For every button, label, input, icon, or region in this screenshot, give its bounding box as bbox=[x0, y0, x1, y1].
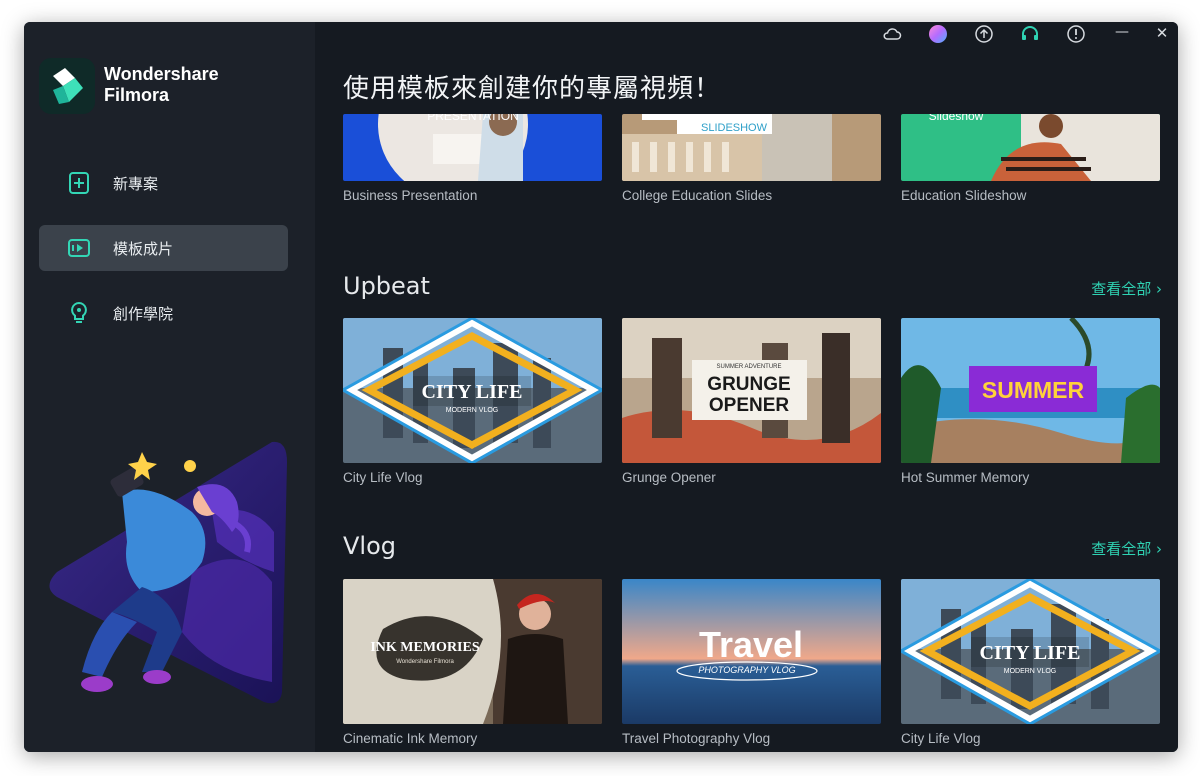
template-thumbnail: Travel PHOTOGRAPHY VLOG bbox=[622, 579, 881, 724]
section-title-vlog: Vlog bbox=[343, 532, 397, 560]
sidebar-item-label: 創作學院 bbox=[113, 305, 174, 323]
thumb-text: PRESENTATION bbox=[427, 114, 519, 123]
thumb-text: SLIDESHOW bbox=[701, 122, 768, 134]
template-card-hot-summer-memory[interactable]: SUMMER Hot Summer Memory bbox=[901, 318, 1160, 485]
minimize-icon[interactable]: — bbox=[1112, 24, 1132, 44]
template-gallery: PRESENTATION Business Presentation SLIDE… bbox=[315, 114, 1178, 752]
thumb-text: Travel bbox=[699, 624, 803, 665]
template-card-travel-photography-vlog[interactable]: Travel PHOTOGRAPHY VLOG Travel Photograp… bbox=[622, 579, 881, 746]
template-thumbnail: SUMMER ADVENTURE GRUNGE OPENER bbox=[622, 318, 881, 463]
sidebar-item-label: 模板成片 bbox=[113, 240, 174, 258]
template-card-label: Grunge Opener bbox=[622, 470, 716, 485]
template-card-education-slideshow[interactable]: Slideshow Education Slideshow bbox=[901, 114, 1160, 203]
template-card-label: College Education Slides bbox=[622, 188, 773, 203]
new-project-icon bbox=[67, 171, 91, 195]
sidebar-item-label: 新專案 bbox=[113, 175, 159, 193]
sidebar: Wondershare Filmora 新專案 模板成片 創作學院 bbox=[24, 22, 315, 752]
template-card-cinematic-ink-memory[interactable]: INK MEMORIES Wondershare Filmora Cinemat… bbox=[343, 579, 602, 746]
section-title-upbeat: Upbeat bbox=[343, 272, 430, 300]
template-card-college-education-slides[interactable]: SLIDESHOW College Education Slides bbox=[622, 114, 881, 203]
info-icon[interactable] bbox=[1066, 24, 1086, 44]
thumb-text: CITY LIFE bbox=[422, 381, 523, 403]
template-card-business-presentation[interactable]: PRESENTATION Business Presentation bbox=[343, 114, 602, 203]
thumb-text-2: OPENER bbox=[709, 395, 790, 416]
template-icon bbox=[67, 236, 91, 260]
thumb-text: INK MEMORIES bbox=[370, 640, 480, 655]
template-card-grunge-opener[interactable]: SUMMER ADVENTURE GRUNGE OPENER Grunge Op… bbox=[622, 318, 881, 485]
titlebar-controls: — ✕ bbox=[858, 22, 1178, 44]
brand-line-2: Filmora bbox=[104, 85, 170, 105]
thumb-text: SUMMER bbox=[982, 377, 1085, 403]
thumb-subtext: MODERN VLOG bbox=[446, 407, 499, 414]
thumb-text: CITY LIFE bbox=[980, 642, 1081, 664]
headset-icon[interactable] bbox=[1020, 24, 1040, 44]
thumb-text: Slideshow bbox=[929, 114, 984, 123]
template-card-label: Travel Photography Vlog bbox=[622, 731, 771, 746]
template-card-city-life-vlog-2[interactable]: CITY LIFE MODERN VLOG City Life Vlog bbox=[901, 579, 1160, 746]
brand-name: Wondershare Filmora bbox=[104, 64, 219, 106]
sidebar-item-academy[interactable]: 創作學院 bbox=[39, 290, 288, 336]
template-thumbnail: PRESENTATION bbox=[343, 114, 602, 181]
thumb-subtext: Wondershare Filmora bbox=[396, 659, 454, 665]
template-card-label: Education Slideshow bbox=[901, 188, 1027, 203]
template-thumbnail: SUMMER bbox=[901, 318, 1160, 463]
upload-icon[interactable] bbox=[974, 24, 994, 44]
close-icon[interactable]: ✕ bbox=[1152, 24, 1172, 44]
template-card-label: Cinematic Ink Memory bbox=[343, 731, 478, 746]
template-thumbnail: CITY LIFE MODERN VLOG bbox=[343, 318, 602, 463]
see-all-upbeat-link[interactable]: 查看全部 › bbox=[1091, 278, 1162, 299]
template-thumbnail: CITY LIFE MODERN VLOG bbox=[901, 579, 1160, 724]
thumb-text: GRUNGE bbox=[707, 374, 790, 395]
template-card-label: Hot Summer Memory bbox=[901, 470, 1030, 485]
brand-line-1: Wondershare bbox=[104, 64, 219, 84]
sidebar-item-templates[interactable]: 模板成片 bbox=[39, 225, 288, 271]
template-thumbnail: SLIDESHOW bbox=[622, 114, 881, 181]
thumb-subtext: PHOTOGRAPHY VLOG bbox=[698, 665, 795, 675]
template-thumbnail: Slideshow bbox=[901, 114, 1160, 181]
template-thumbnail: INK MEMORIES Wondershare Filmora bbox=[343, 579, 602, 724]
thumb-subtext: SUMMER ADVENTURE bbox=[716, 364, 781, 370]
cloud-icon[interactable] bbox=[882, 24, 902, 44]
academy-icon bbox=[67, 301, 91, 325]
template-card-label: Business Presentation bbox=[343, 188, 478, 203]
creator-illustration bbox=[42, 422, 292, 712]
see-all-vlog-link[interactable]: 查看全部 › bbox=[1091, 538, 1162, 559]
sidebar-item-new-project[interactable]: 新專案 bbox=[39, 160, 288, 206]
template-card-city-life-vlog[interactable]: CITY LIFE MODERN VLOG City Life Vlog bbox=[343, 318, 602, 485]
filmora-logo bbox=[39, 58, 95, 114]
page-title: 使用模板來創建你的專屬視頻！ bbox=[343, 74, 722, 104]
avatar[interactable] bbox=[928, 24, 948, 44]
main-panel: — ✕ 使用模板來創建你的專屬視頻！ PRESENTATION Business… bbox=[315, 22, 1178, 752]
template-card-label: City Life Vlog bbox=[343, 470, 423, 485]
app-window: Wondershare Filmora 新專案 模板成片 創作學院 — ✕ 使用… bbox=[24, 22, 1178, 752]
thumb-subtext: MODERN VLOG bbox=[1004, 668, 1057, 675]
template-card-label: City Life Vlog bbox=[901, 731, 981, 746]
